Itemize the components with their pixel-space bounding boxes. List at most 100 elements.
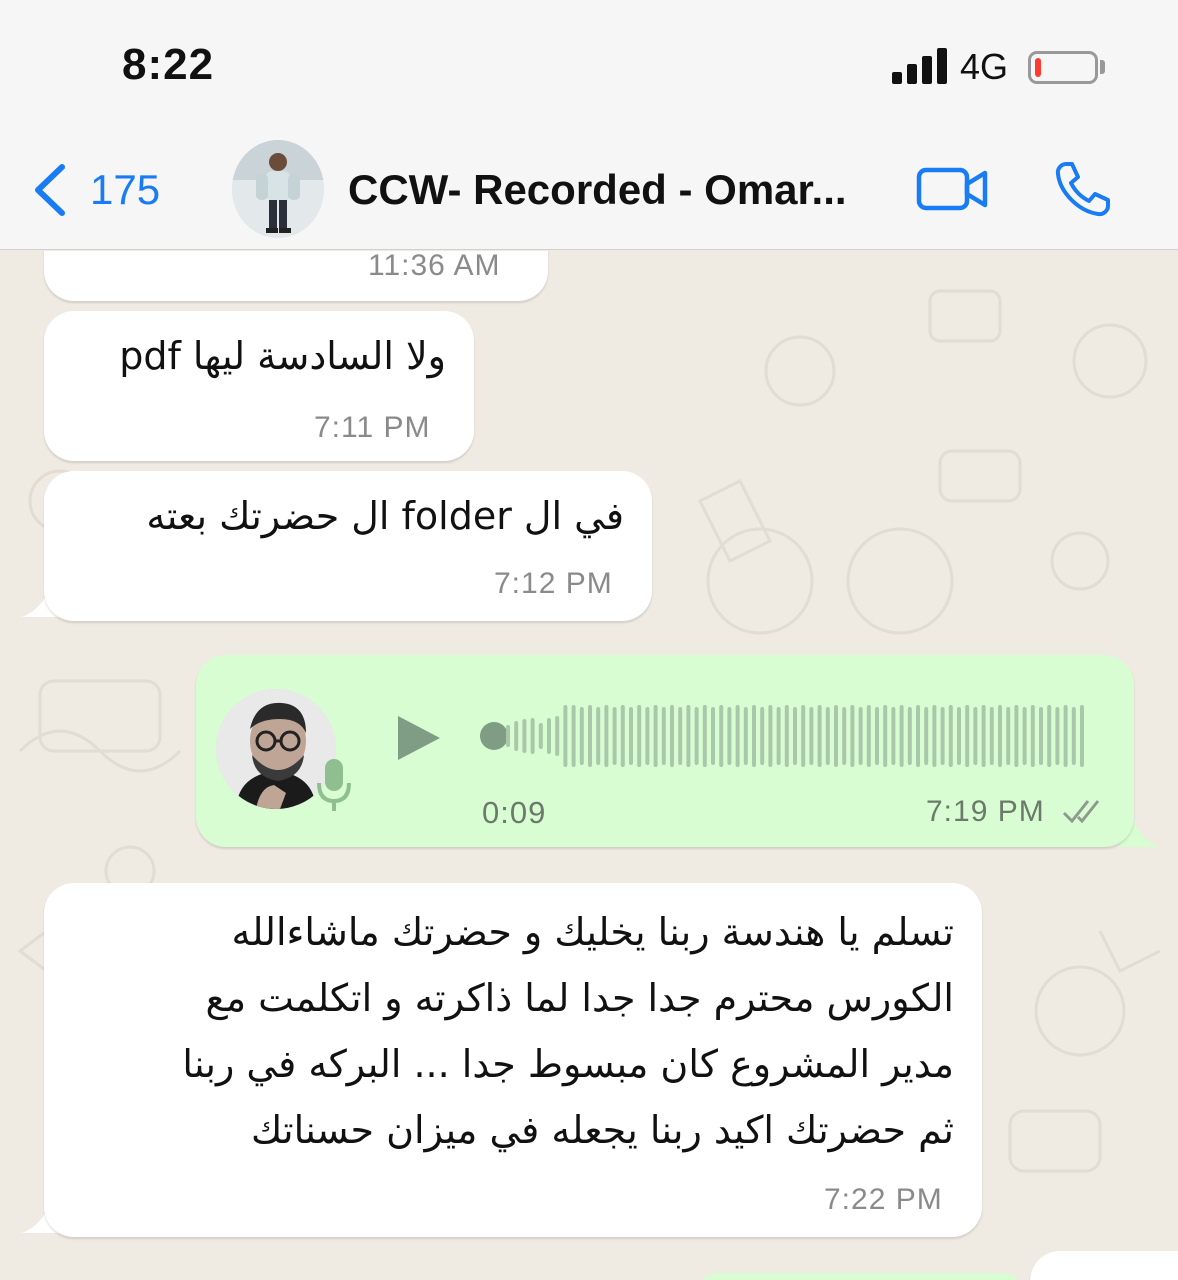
waveform-bar: [817, 705, 822, 767]
message-bubble-incoming[interactable]: ولا السادسة ليها pdf 7:11 PM: [44, 311, 474, 461]
message-time: 7:22 PM: [824, 1183, 943, 1216]
waveform-bar: [563, 705, 568, 767]
waveform-bar: [916, 705, 920, 767]
waveform-bar: [1022, 707, 1027, 765]
waveform-bar: [555, 716, 560, 756]
waveform-bar: [686, 705, 691, 767]
waveform-bar: [981, 705, 986, 767]
audio-waveform[interactable]: [480, 699, 1090, 773]
waveform-bar: [825, 707, 830, 765]
playback-position[interactable]: [480, 722, 508, 750]
waveform-bar: [891, 707, 896, 765]
message-line: تسلم يا هندسة ربنا يخليك و حضرتك ماشاءال…: [231, 910, 954, 954]
waveform-bar: [875, 707, 879, 765]
waveform-bar: [973, 707, 978, 765]
chat-area: 11:36 AM ولا السادسة ليها pdf 7:11 PM في…: [0, 251, 1178, 1280]
waveform-bar: [793, 707, 797, 765]
waveform-bar: [670, 705, 674, 767]
waveform-bar: [694, 707, 699, 765]
waveform-bar: [924, 707, 929, 765]
waveform-bar: [957, 707, 961, 765]
chevron-left-icon: [35, 164, 65, 216]
waveform-bar: [711, 707, 715, 765]
network-type: 4G: [960, 46, 1009, 87]
message-time: 7:12 PM: [494, 567, 613, 600]
waveform-bar: [1006, 707, 1011, 765]
waveform-bar: [678, 707, 683, 765]
message-text: ولا السادسة ليها pdf: [119, 334, 446, 378]
waveform-bar: [530, 718, 535, 754]
waveform-bar: [784, 705, 789, 767]
waveform-bar: [883, 705, 888, 767]
microphone-icon: [317, 759, 351, 811]
waveform-bar: [604, 705, 609, 767]
waveform-bar: [801, 705, 806, 767]
waveform-bar: [907, 707, 912, 765]
waveform-bar: [1063, 705, 1068, 767]
waveform-bar: [629, 707, 633, 765]
voice-message-bubble[interactable]: 0:09 7:19 PM: [196, 655, 1134, 847]
waveform-bar: [965, 705, 970, 767]
phone-icon[interactable]: [1052, 158, 1114, 220]
chat-header: 175 CCW- Recorded - Omar...: [0, 130, 1178, 250]
status-bar: 8:22 4G: [0, 0, 1178, 130]
waveform-bar: [702, 705, 707, 767]
battery-icon: [1028, 51, 1098, 84]
back-button[interactable]: 175: [30, 160, 160, 220]
waveform-bar: [809, 707, 814, 765]
waveform-bar: [899, 705, 904, 767]
status-time: 8:22: [122, 40, 215, 89]
battery-level: [1035, 58, 1041, 77]
waveform-bar: [719, 705, 724, 767]
waveform-bar: [850, 705, 855, 767]
message-bubble-outgoing[interactable]: [690, 1273, 1030, 1280]
message-bubble-incoming[interactable]: [1030, 1251, 1178, 1280]
waveform-bar: [653, 705, 658, 767]
waveform-bar: [1030, 705, 1035, 767]
waveform-bar: [768, 705, 773, 767]
message-line: مدير المشروع كان مبسوط جدا ... البركه في…: [182, 1042, 954, 1086]
waveform-bar: [579, 707, 584, 765]
waveform-bar: [1039, 707, 1043, 765]
message-bubble-incoming[interactable]: تسلم يا هندسة ربنا يخليك و حضرتك ماشاءال…: [44, 883, 982, 1237]
video-camera-icon[interactable]: [915, 164, 991, 214]
waveform-bar: [1071, 707, 1076, 765]
chat-title[interactable]: CCW- Recorded - Omar...: [348, 166, 847, 214]
waveform-bar: [637, 705, 642, 767]
waveform-bar: [743, 707, 748, 765]
avatar[interactable]: [232, 140, 324, 238]
waveform-bar: [538, 723, 543, 749]
waveform-bar: [776, 707, 781, 765]
waveform-bar: [834, 705, 838, 767]
waveform-bar: [620, 705, 625, 767]
waveform-bar: [760, 707, 765, 765]
waveform-bar: [940, 707, 945, 765]
waveform-bar: [932, 705, 937, 767]
voice-duration: 0:09: [482, 795, 547, 830]
waveform-bar: [588, 705, 592, 767]
waveform-bar: [752, 705, 756, 767]
waveform-bar: [514, 721, 519, 751]
play-icon[interactable]: [394, 713, 444, 763]
waveform-bar: [596, 707, 601, 765]
waveform-bar: [866, 705, 871, 767]
message-time: 7:11 PM: [314, 411, 431, 444]
waveform-bar: [661, 707, 666, 765]
waveform-bar: [858, 707, 863, 765]
double-check-icon: [1062, 800, 1100, 824]
message-text: تسلم يا هندسة ربنا يخليك و حضرتك ماشاءال…: [74, 899, 954, 1163]
waveform-bar: [571, 705, 576, 767]
message-bubble-incoming[interactable]: 11:36 AM: [44, 251, 548, 301]
waveform-bar: [506, 725, 510, 747]
waveform-bar: [645, 707, 650, 765]
message-line: ثم حضرتك اكيد ربنا يجعله في ميزان حسناتك: [251, 1108, 954, 1152]
waveform-bar: [1014, 705, 1019, 767]
signal-strength-icon: [892, 48, 948, 84]
message-line: الكورس محترم جدا جدا لما ذاكرته و اتكلمت…: [205, 976, 954, 1020]
profile-photo: [232, 140, 324, 238]
waveform-bar: [735, 705, 740, 767]
waveform-bar: [1080, 705, 1084, 767]
unread-count: 175: [90, 166, 161, 213]
waveform-bar: [842, 707, 847, 765]
message-bubble-incoming[interactable]: في ال folder ال حضرتك بعته 7:12 PM: [44, 471, 652, 621]
